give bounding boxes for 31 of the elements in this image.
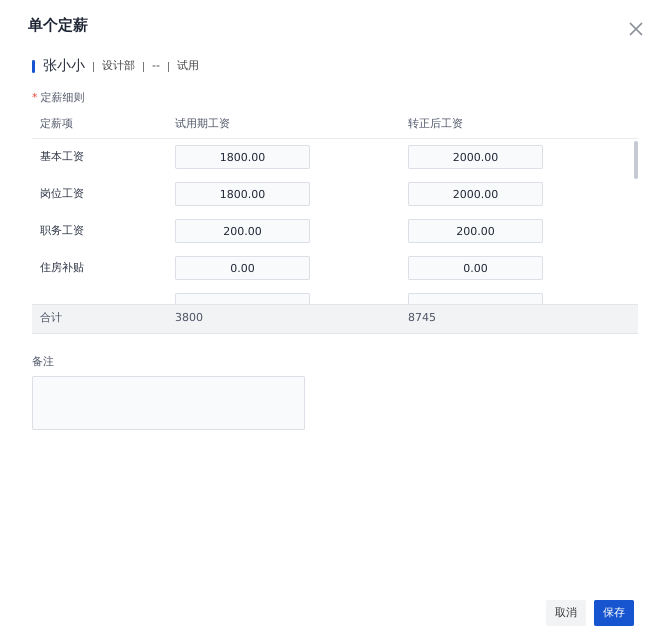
required-mark: * xyxy=(32,90,38,106)
number-input[interactable]: 2000.00 xyxy=(408,145,543,169)
number-input[interactable]: 1800.00 xyxy=(175,145,310,169)
scrollbar[interactable] xyxy=(634,140,638,178)
section-label: 定薪细则 xyxy=(40,90,84,106)
column-header: 试用期工资 xyxy=(175,116,231,132)
remark-label: 备注 xyxy=(32,354,55,370)
table-cell-text: 基本工资 xyxy=(39,148,85,165)
cancel-button[interactable]: 取消 xyxy=(546,600,586,626)
table-cell-text: 职务工资 xyxy=(39,222,85,239)
number-input[interactable]: 1800.00 xyxy=(175,182,310,206)
employee-name: 张小小 xyxy=(43,57,85,76)
number-input[interactable]: 2000.00 xyxy=(408,182,543,206)
dialog-title: 单个定薪 xyxy=(28,14,88,36)
number-input[interactable]: 0.00 xyxy=(408,256,543,280)
table-cell-text: 合计 xyxy=(39,310,63,326)
number-input[interactable]: 0.00 xyxy=(175,256,310,280)
employee-info: 试用 xyxy=(176,58,199,74)
employee-info: -- xyxy=(152,58,160,74)
number-input[interactable]: 200.00 xyxy=(408,219,543,243)
column-header: 定薪项 xyxy=(39,116,74,132)
number-input[interactable]: 200.00 xyxy=(175,219,310,243)
table-cell-text: 岗位工资 xyxy=(39,186,85,202)
remark-field[interactable] xyxy=(32,376,305,430)
table-cell-text: 3800 xyxy=(175,310,204,326)
accent-bar xyxy=(32,60,35,73)
table-cell-text: 住房补贴 xyxy=(39,260,85,276)
column-header: 转正后工资 xyxy=(408,116,464,132)
save-button[interactable]: 保存 xyxy=(594,600,634,626)
employee-info: 设计部 xyxy=(102,58,135,74)
table-cell-text: 8745 xyxy=(408,310,437,326)
